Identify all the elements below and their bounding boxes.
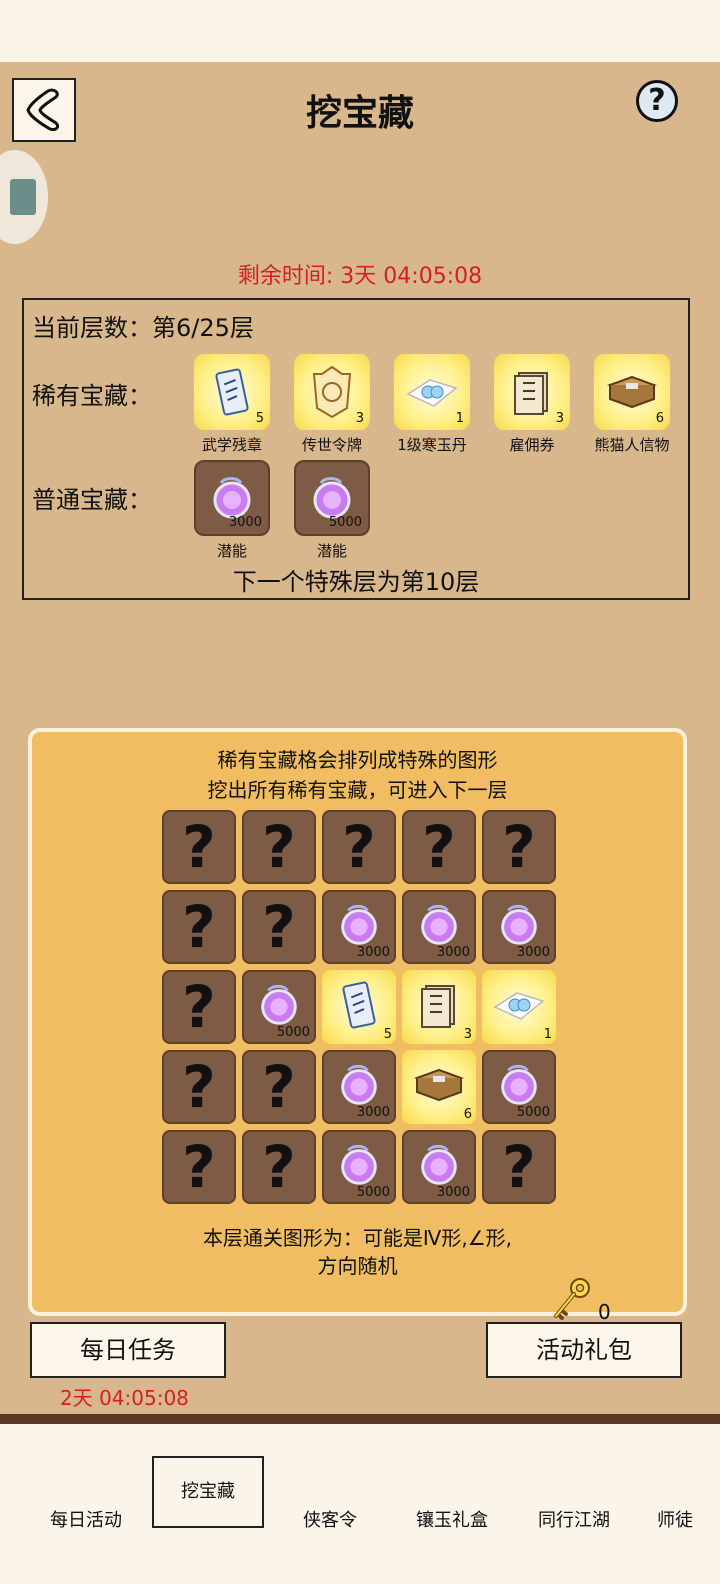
scroll-icon bbox=[339, 980, 379, 1034]
cell-count: 3 bbox=[463, 1027, 472, 1042]
cell-count: 3000 bbox=[436, 945, 470, 960]
question-mark-icon: ? bbox=[422, 813, 456, 881]
gift-pack-button[interactable]: 活动礼包 bbox=[486, 1322, 682, 1378]
question-mark-icon: ? bbox=[182, 973, 216, 1041]
common-reward-1[interactable]: 3000 潜能 bbox=[194, 460, 270, 561]
cell-count: 3000 bbox=[436, 1185, 470, 1200]
dig-cell-r2-c2[interactable]: ? bbox=[242, 890, 316, 964]
chest-icon: 6 bbox=[594, 354, 670, 430]
token-icon: 3 bbox=[294, 354, 370, 430]
ticket-icon bbox=[418, 980, 460, 1034]
status-bar-area bbox=[0, 0, 720, 62]
tab-hero-token[interactable]: 侠客令 bbox=[274, 1506, 386, 1532]
question-mark-icon: ? bbox=[262, 1053, 296, 1121]
cell-count: 5000 bbox=[356, 1185, 390, 1200]
tab-daily-activity[interactable]: 每日活动 bbox=[30, 1506, 142, 1532]
question-mark-icon: ? bbox=[182, 893, 216, 961]
dig-cell-r3-c4[interactable]: 3 bbox=[402, 970, 476, 1044]
cell-count: 1 bbox=[543, 1027, 552, 1042]
tab-dig-treasure[interactable]: 挖宝藏 bbox=[152, 1456, 264, 1528]
cell-count: 5000 bbox=[276, 1025, 310, 1040]
question-mark-icon: ? bbox=[342, 813, 376, 881]
dig-cell-r1-c3[interactable]: ? bbox=[322, 810, 396, 884]
question-mark-icon: ? bbox=[182, 813, 216, 881]
question-mark-icon: ? bbox=[262, 1133, 296, 1201]
bottom-tab-bar: 每日活动 挖宝藏 侠客令 镶玉礼盒 同行江湖 师徒 bbox=[0, 1424, 720, 1584]
next-special-floor: 下一个特殊层为第10层 bbox=[232, 568, 480, 596]
ticket-icon: 3 bbox=[494, 354, 570, 430]
dig-cell-r3-c5[interactable]: 1 bbox=[482, 970, 556, 1044]
dig-board-panel: 稀有宝藏格会排列成特殊的图形 挖出所有稀有宝藏，可进入下一层 ??????? 30… bbox=[28, 728, 687, 1324]
current-floor: 当前层数：第6/25层 bbox=[32, 314, 254, 342]
dig-cell-r4-c3[interactable]: 3000 bbox=[322, 1050, 396, 1124]
rare-reward-4[interactable]: 3 雇佣券 bbox=[494, 354, 570, 455]
cell-count: 3000 bbox=[516, 945, 550, 960]
dig-cell-r3-c1[interactable]: ? bbox=[162, 970, 236, 1044]
question-mark-icon: ? bbox=[182, 1053, 216, 1121]
dig-cell-r5-c3[interactable]: 5000 bbox=[322, 1130, 396, 1204]
question-mark-icon: ? bbox=[502, 813, 536, 881]
cell-count: 5 bbox=[383, 1027, 392, 1042]
page-title: 挖宝藏 bbox=[305, 93, 414, 134]
cell-count: 6 bbox=[463, 1107, 472, 1122]
key-counter: 0 bbox=[548, 1274, 611, 1324]
rare-reward-3[interactable]: 1 1级寒玉丹 bbox=[394, 354, 470, 455]
dig-cell-r5-c1[interactable]: ? bbox=[162, 1130, 236, 1204]
dig-cell-r3-c3[interactable]: 5 bbox=[322, 970, 396, 1044]
daily-task-timer: 2天 04:05:08 bbox=[60, 1386, 189, 1410]
divider bbox=[0, 1414, 720, 1424]
dig-cell-r5-c5[interactable]: ? bbox=[482, 1130, 556, 1204]
potential-orb-icon: 5000 bbox=[294, 460, 370, 536]
daily-tasks-button[interactable]: 每日任务 bbox=[30, 1322, 226, 1378]
help-button[interactable]: ? bbox=[636, 80, 678, 122]
common-treasure-label: 普通宝藏： bbox=[32, 486, 152, 514]
dig-cell-r2-c4[interactable]: 3000 bbox=[402, 890, 476, 964]
dig-cell-r4-c4[interactable]: 6 bbox=[402, 1050, 476, 1124]
shortcut-icon bbox=[10, 179, 36, 215]
event-countdown: 剩余时间: 3天 04:05:08 bbox=[237, 264, 483, 289]
cell-count: 5000 bbox=[516, 1105, 550, 1120]
dig-cell-r1-c1[interactable]: ? bbox=[162, 810, 236, 884]
dig-cell-r5-c4[interactable]: 3000 bbox=[402, 1130, 476, 1204]
hint-line-1: 稀有宝藏格会排列成特殊的图形 bbox=[217, 748, 498, 772]
pill-icon: 1 bbox=[394, 354, 470, 430]
dig-cell-r4-c2[interactable]: ? bbox=[242, 1050, 316, 1124]
dig-cell-r5-c2[interactable]: ? bbox=[242, 1130, 316, 1204]
dig-cell-r4-c5[interactable]: 5000 bbox=[482, 1050, 556, 1124]
dig-cell-r2-c5[interactable]: 3000 bbox=[482, 890, 556, 964]
dig-cell-r2-c1[interactable]: ? bbox=[162, 890, 236, 964]
potential-orb-icon: 3000 bbox=[194, 460, 270, 536]
dig-cell-r2-c3[interactable]: 3000 bbox=[322, 890, 396, 964]
cell-count: 3000 bbox=[356, 945, 390, 960]
tab-jade-giftbox[interactable]: 镶玉礼盒 bbox=[396, 1506, 508, 1532]
rare-treasure-label: 稀有宝藏： bbox=[32, 382, 152, 410]
rare-reward-5[interactable]: 6 熊猫人信物 bbox=[594, 354, 670, 455]
pill-icon bbox=[491, 985, 547, 1029]
dig-cell-r1-c5[interactable]: ? bbox=[482, 810, 556, 884]
question-mark-icon: ? bbox=[262, 893, 296, 961]
clear-pattern-text: 本层通关图形为：可能是Ⅳ形,∠形, 方向随机 bbox=[202, 1226, 513, 1278]
question-mark-icon: ? bbox=[502, 1133, 536, 1201]
dig-cell-r4-c1[interactable]: ? bbox=[162, 1050, 236, 1124]
key-icon bbox=[554, 1278, 590, 1320]
tab-travel-together[interactable]: 同行江湖 bbox=[518, 1506, 630, 1532]
question-mark-icon: ? bbox=[262, 813, 296, 881]
dig-cell-r3-c2[interactable]: 5000 bbox=[242, 970, 316, 1044]
tab-master-apprentice[interactable]: 师徒 bbox=[640, 1506, 710, 1532]
floor-info-panel: 当前层数：第6/25层 稀有宝藏： 普通宝藏： 5 武学残章 3 传世令牌 1 … bbox=[22, 298, 690, 600]
dig-cell-r1-c4[interactable]: ? bbox=[402, 810, 476, 884]
dig-cell-r1-c2[interactable]: ? bbox=[242, 810, 316, 884]
question-mark-icon: ? bbox=[182, 1133, 216, 1201]
scroll-icon: 5 bbox=[194, 354, 270, 430]
rare-reward-1[interactable]: 5 武学残章 bbox=[194, 354, 270, 455]
hint-line-2: 挖出所有稀有宝藏，可进入下一层 bbox=[207, 778, 508, 802]
chest-icon bbox=[411, 1064, 467, 1110]
rare-reward-2[interactable]: 3 传世令牌 bbox=[294, 354, 370, 455]
cell-count: 3000 bbox=[356, 1105, 390, 1120]
common-reward-2[interactable]: 5000 潜能 bbox=[294, 460, 370, 561]
